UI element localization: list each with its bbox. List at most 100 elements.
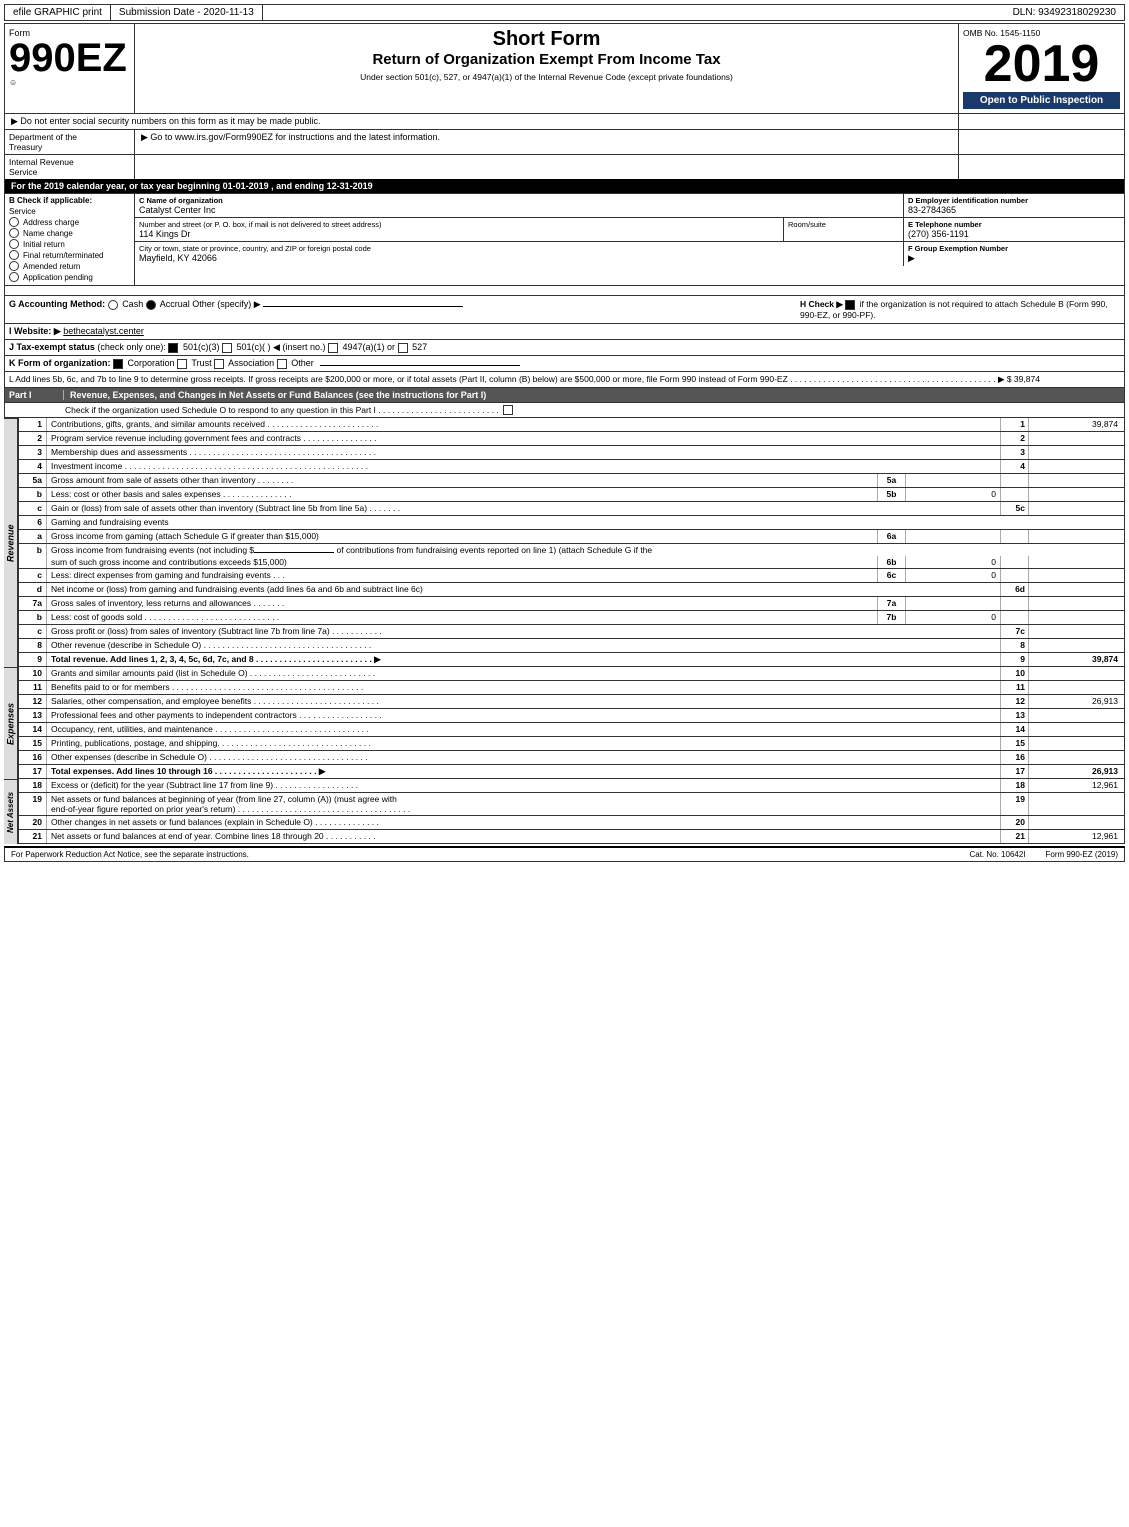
checkbox-527[interactable] [398,343,408,353]
revenue-section: Revenue 1 Contributions, gifts, grants, … [4,418,1125,667]
check-address[interactable]: Address charge [9,217,130,227]
num-19: 19 [19,793,47,815]
num-17: 17 [19,765,47,778]
lineref-2: 2 [1001,432,1029,445]
box-6b-val: 0 [906,556,1001,568]
sched-o-text: Check if the organization used Schedule … [65,405,499,415]
row-5a: 5a Gross amount from sale of assets othe… [18,474,1125,488]
city-row: City or town, state or province, country… [135,242,1124,266]
checkbox-501c[interactable] [222,343,232,353]
radio-pending[interactable] [9,272,19,282]
desc-5a: Gross amount from sale of assets other t… [47,474,878,487]
row-13: 13 Professional fees and other payments … [18,709,1125,723]
year-display: 2019 [963,38,1120,90]
check-name[interactable]: Name change [9,228,130,238]
amount-5c [1029,502,1124,515]
lineref-4: 4 [1001,460,1029,473]
do-not-enter-row: ▶ Do not enter social security numbers o… [4,113,1125,129]
amount-3 [1029,446,1124,459]
tax-status-row: J Tax-exempt status (check only one): 50… [4,340,1125,356]
city-value: Mayfield, KY 42066 [139,253,899,263]
city-label: City or town, state or province, country… [139,244,899,253]
box-5b-val: 0 [906,488,1001,501]
num-9: 9 [19,653,47,666]
desc-9: Total revenue. Add lines 1, 2, 3, 4, 5c,… [47,653,1001,666]
group-cell: F Group Exemption Number ▶ [904,242,1124,266]
label-amended: Amended return [23,262,80,271]
radio-final[interactable] [9,250,19,260]
checkbox-sched-o[interactable] [503,405,513,415]
num-7b: b [19,611,47,624]
ref-6a [1001,530,1029,543]
check-applicable: B Check if applicable: Service Address c… [5,194,135,285]
amt-6a [1029,530,1124,543]
other-k-line [320,365,520,366]
ein-cell: D Employer identification number 83-2784… [904,194,1124,217]
website-value: bethecatalyst.center [63,326,144,336]
amt-5b [1029,488,1124,501]
radio-accrual[interactable] [146,300,156,310]
form-number: 990EZ [9,38,130,78]
l-row: L Add lines 5b, 6c, and 7b to line 9 to … [4,372,1125,388]
l-other: Other [291,358,314,368]
k-label: K Form of organization: [9,358,111,368]
num-1: 1 [19,418,47,431]
ref-7a [1001,597,1029,610]
desc-5c: Gain or (loss) from sale of assets other… [47,502,1001,515]
accrual-label: Accrual [160,299,190,309]
checkbox-501c3[interactable] [168,343,178,353]
h-label: H Check ▶ [800,299,843,309]
desc-12: Salaries, other compensation, and employ… [47,695,1001,708]
row-10: 10 Grants and similar amounts paid (list… [18,667,1125,681]
amount-4 [1029,460,1124,473]
row-9: 9 Total revenue. Add lines 1, 2, 3, 4, 5… [18,653,1125,667]
amount-15 [1029,737,1124,750]
net-assets-rows: 18 Excess or (deficit) for the year (Sub… [18,779,1125,844]
checkbox-other[interactable] [277,359,287,369]
room-cell: Room/suite [784,218,904,241]
l501c: 501(c)( ) ◀ (insert no.) [237,342,326,352]
revenue-rows: 1 Contributions, gifts, grants, and simi… [18,418,1125,667]
check-pending[interactable]: Application pending [9,272,130,282]
dln-number: DLN: 93492318029230 [1005,5,1124,20]
radio-initial[interactable] [9,239,19,249]
street-label: Number and street (or P. O. box, if mail… [139,220,779,229]
checkbox-trust[interactable] [177,359,187,369]
radio-amended[interactable] [9,261,19,271]
desc-1: Contributions, gifts, grants, and simila… [47,418,1001,431]
amt-6b [1029,556,1124,568]
submission-date: Submission Date - 2020-11-13 [111,5,263,20]
radio-cash[interactable] [108,300,118,310]
radio-address[interactable] [9,217,19,227]
amount-11 [1029,681,1124,694]
h-section: H Check ▶ if the organization is not req… [800,299,1120,320]
row-4: 4 Investment income . . . . . . . . . . … [18,460,1125,474]
phone-value: (270) 356-1191 [908,229,1120,239]
checkbox-corp[interactable] [113,359,123,369]
amt-5a [1029,474,1124,487]
amount-8 [1029,639,1124,652]
radio-name[interactable] [9,228,19,238]
desc-11: Benefits paid to or for members . . . . … [47,681,1001,694]
amount-10 [1029,667,1124,680]
label-address: Address charge [23,218,79,227]
cash-label: Cash [122,299,143,309]
checkbox-h[interactable] [845,300,855,310]
dept-label: Department of the Treasury [5,130,135,154]
footer-right: Form 990-EZ (2019) [1046,850,1118,859]
revenue-side-label: Revenue [4,418,18,667]
row-6-header: 6 Gaming and fundraising events [18,516,1125,530]
box-7b-val: 0 [906,611,1001,624]
check-initial[interactable]: Initial return [9,239,130,249]
checkbox-assoc[interactable] [214,359,224,369]
org-name-cell: C Name of organization Catalyst Center I… [135,194,904,217]
num-16: 16 [19,751,47,764]
desc-17: Total expenses. Add lines 10 through 16 … [47,765,1001,778]
checkbox-4947[interactable] [328,343,338,353]
label-pending: Application pending [23,273,93,282]
num-3: 3 [19,446,47,459]
check-final[interactable]: Final return/terminated [9,250,130,260]
street-value: 114 Kings Dr [139,229,779,239]
check-amended[interactable]: Amended return [9,261,130,271]
row-16: 16 Other expenses (describe in Schedule … [18,751,1125,765]
